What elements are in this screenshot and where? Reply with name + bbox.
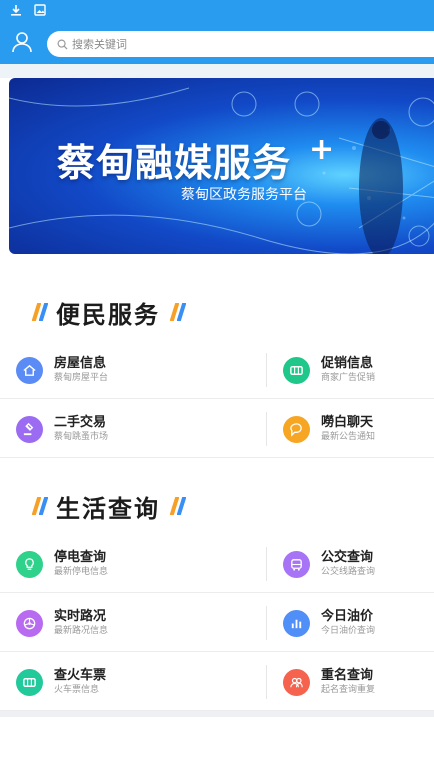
service-subtitle: 蔡甸房屋平台 [54, 373, 109, 383]
slash-decoration-icon [166, 497, 188, 515]
query-subtitle: 最新路况信息 [54, 626, 109, 636]
query-oil-price[interactable]: 今日油价 今日油价查询 [267, 594, 434, 652]
query-subtitle: 火车票信息 [54, 685, 100, 695]
banner-plus: + [309, 132, 335, 167]
query-title: 重名查询 [321, 668, 374, 683]
user-profile-icon[interactable] [10, 30, 34, 54]
section-title-text: 便民服务 [56, 300, 160, 329]
query-title: 查火车票 [54, 668, 107, 683]
wheel-icon [16, 609, 43, 637]
query-train-ticket[interactable]: 查火车票 火车票信息 [0, 653, 217, 711]
service-secondhand[interactable]: 二手交易 蔡甸跳蚤市场 [0, 400, 217, 458]
top-header: 搜索关键词 [0, 22, 434, 64]
header-gap [0, 64, 434, 78]
query-row: 查火车票 火车票信息 重名查询 起名查询重复 [0, 653, 434, 711]
query-traffic[interactable]: 实时路况 最新路况信息 [0, 594, 217, 652]
bottom-divider [0, 711, 434, 717]
query-duplicate-name[interactable]: 重名查询 起名查询重复 [267, 653, 434, 711]
banner-title: 蔡甸融媒服务 [57, 141, 292, 185]
service-subtitle: 最新公告通知 [321, 432, 376, 442]
query-title: 公交查询 [321, 550, 374, 565]
chat-icon [283, 415, 310, 443]
query-row: 实时路况 最新路况信息 今日油价 今日油价查询 [0, 594, 434, 652]
query-subtitle: 最新停电信息 [54, 567, 109, 577]
people-icon [283, 668, 310, 696]
service-house-info[interactable]: 房屋信息 蔡甸房屋平台 [0, 341, 217, 399]
query-title: 停电查询 [54, 550, 107, 565]
image-icon [34, 4, 46, 18]
query-title: 实时路况 [54, 609, 107, 624]
bulb-icon [16, 550, 43, 578]
slash-decoration-icon [28, 497, 50, 515]
service-chat[interactable]: 嘮白聊天 最新公告通知 [267, 400, 434, 458]
service-subtitle: 商家广告促销 [321, 373, 376, 383]
service-row: 二手交易 蔡甸跳蚤市场 嘮白聊天 最新公告通知 [0, 400, 434, 458]
service-subtitle: 蔡甸跳蚤市场 [54, 432, 109, 442]
search-bar[interactable]: 搜索关键词 [47, 31, 434, 57]
section-title-life-query: 生活查询 [0, 486, 434, 526]
section-title-convenience: 便民服务 [0, 292, 434, 332]
service-row: 房屋信息 蔡甸房屋平台 促销信息 商家广告促销 [0, 341, 434, 399]
download-icon [10, 4, 22, 18]
gavel-icon [16, 415, 43, 443]
query-subtitle: 今日油价查询 [321, 626, 376, 636]
service-promotion-info[interactable]: 促销信息 商家广告促销 [267, 341, 434, 399]
banner-subtitle: 蔡甸区政务服务平台 [181, 187, 307, 203]
section-title-text: 生活查询 [56, 494, 160, 523]
house-icon [16, 356, 43, 384]
query-title: 今日油价 [321, 609, 374, 624]
status-bar [0, 0, 434, 22]
bus-icon [283, 550, 310, 578]
ticket-icon [283, 356, 310, 384]
query-subtitle: 公交线路查询 [321, 567, 376, 577]
search-icon [57, 35, 68, 54]
slash-decoration-icon [166, 303, 188, 321]
slash-decoration-icon [28, 303, 50, 321]
query-row: 停电查询 最新停电信息 公交查询 公交线路查询 [0, 535, 434, 593]
service-title: 房屋信息 [54, 356, 107, 371]
service-title: 二手交易 [54, 415, 107, 430]
chart-icon [283, 609, 310, 637]
query-bus[interactable]: 公交查询 公交线路查询 [267, 535, 434, 593]
service-title: 嘮白聊天 [321, 415, 374, 430]
ticket-icon [16, 668, 43, 696]
search-placeholder: 搜索关键词 [72, 38, 127, 51]
service-title: 促销信息 [321, 356, 374, 371]
query-subtitle: 起名查询重复 [321, 685, 376, 695]
query-power-outage[interactable]: 停电查询 最新停电信息 [0, 535, 217, 593]
hero-banner[interactable]: 蔡甸融媒服务 + 蔡甸区政务服务平台 [9, 78, 434, 254]
